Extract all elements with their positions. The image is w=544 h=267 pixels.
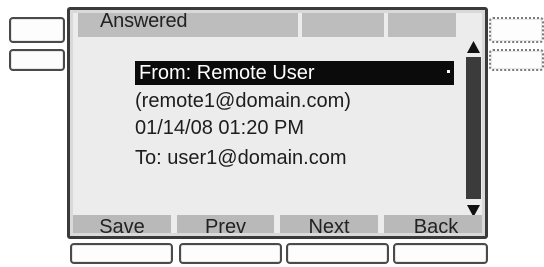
message-datetime: 01/14/08 01:20 PM [135, 117, 305, 139]
message-from-selected[interactable]: From: Remote User [135, 61, 454, 85]
arrow-up-icon[interactable] [465, 39, 482, 55]
softkey-button-1[interactable] [70, 243, 173, 264]
lcd-screen: Answered From: Remote User (remote1@doma… [73, 13, 482, 233]
status-segment [388, 13, 456, 37]
softkey-back[interactable]: Back [384, 215, 482, 233]
lcd-display-frame: Answered From: Remote User (remote1@doma… [67, 7, 488, 239]
left-line-key-1[interactable] [9, 17, 65, 43]
softkey-button-2[interactable] [179, 243, 282, 264]
status-bar: Answered [78, 13, 456, 37]
message-from: From: Remote User [139, 62, 315, 84]
selection-marker [447, 70, 450, 73]
softkey-save[interactable]: Save [73, 215, 171, 233]
softkey-bar: Save Prev Next Back [73, 215, 482, 233]
softkey-prev[interactable]: Prev [177, 215, 274, 233]
right-line-key-2[interactable] [489, 49, 544, 71]
scrollbar[interactable] [465, 39, 482, 219]
message-to: To: user1@domain.com [135, 147, 347, 169]
scrollbar-thumb[interactable] [466, 57, 481, 199]
right-line-key-1[interactable] [489, 17, 544, 43]
softkey-next[interactable]: Next [280, 215, 378, 233]
softkey-button-4[interactable] [393, 243, 488, 264]
status-segment [302, 13, 384, 37]
screen-title: Answered [100, 13, 188, 32]
softkey-button-3[interactable] [286, 243, 389, 264]
message-address: (remote1@domain.com) [135, 90, 351, 112]
left-line-key-2[interactable] [9, 49, 65, 71]
